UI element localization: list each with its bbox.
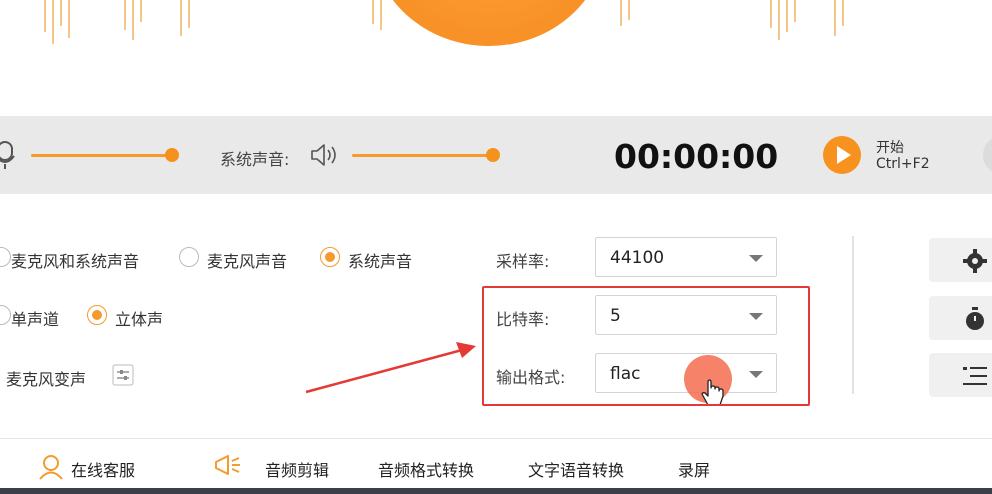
waveform-bar [842, 0, 844, 26]
screen-record-link[interactable]: 录屏 [678, 457, 710, 481]
microphone-volume-slider[interactable] [31, 154, 173, 157]
radio-label-mic-only[interactable]: 麦克风声音 [207, 248, 287, 272]
speaker-icon[interactable] [310, 143, 338, 167]
waveform-bar [786, 0, 788, 32]
text-to-speech-link[interactable]: 文字语音转换 [528, 457, 624, 481]
waveform-bar [68, 0, 70, 38]
waveform-area [0, 0, 992, 116]
waveform-bar [180, 0, 182, 36]
waveform-bar [44, 0, 46, 32]
customer-service-icon [39, 455, 63, 480]
stopwatch-icon [966, 307, 984, 330]
waveform-bar [380, 0, 382, 30]
waveform-bar [778, 0, 780, 40]
radio-system-only[interactable] [320, 247, 340, 267]
settings-button[interactable] [929, 238, 992, 282]
radio-mic-only[interactable] [179, 247, 199, 267]
waveform-bar [132, 0, 134, 40]
waveform-bar [140, 0, 142, 22]
audio-edit-link[interactable]: 音频剪辑 [265, 457, 329, 481]
waveform-bar [834, 0, 836, 36]
waveform-bar [188, 0, 190, 28]
microphone-volume-knob[interactable] [165, 148, 179, 162]
sample-rate-value: 44100 [610, 248, 665, 268]
radio-label-system-only[interactable]: 系统声音 [348, 248, 412, 272]
start-label[interactable]: 开始 [876, 137, 904, 157]
audio-format-convert-link[interactable]: 音频格式转换 [378, 457, 474, 481]
vertical-divider [852, 236, 854, 394]
window-bottom-edge [0, 488, 992, 494]
recording-timer: 00:00:00 [614, 137, 779, 176]
waveform-bar [52, 0, 54, 44]
microphone-icon[interactable] [0, 140, 20, 170]
start-record-button[interactable] [823, 136, 861, 174]
radio-label-stereo[interactable]: 立体声 [115, 306, 163, 330]
system-volume-knob[interactable] [486, 148, 500, 162]
bottom-divider [0, 438, 992, 439]
radio-mono[interactable] [0, 305, 11, 325]
megaphone-icon [215, 455, 240, 475]
sample-rate-label: 采样率: [496, 252, 550, 271]
annotation-highlight-box [482, 286, 810, 406]
mic-voice-change-label: 麦克风变声 [6, 370, 87, 389]
radio-stereo[interactable] [87, 305, 107, 325]
chevron-down-icon [749, 255, 763, 262]
waveform-bar [124, 0, 126, 30]
waveform-bar [628, 0, 630, 20]
annotation-arrow [305, 342, 476, 394]
waveform-bar [794, 0, 796, 22]
waveform-bar [770, 0, 772, 28]
radio-label-mono[interactable]: 单声道 [11, 306, 59, 330]
list-icon [963, 367, 987, 385]
start-shortcut-hint: Ctrl+F2 [876, 156, 930, 172]
system-sound-label: 系统声音: [220, 150, 290, 169]
waveform-bar [372, 0, 374, 24]
recording-list-button[interactable] [929, 353, 992, 397]
radio-label-mic-and-system[interactable]: 麦克风和系统声音 [11, 248, 139, 272]
timer-task-button[interactable] [929, 296, 992, 340]
gear-icon [963, 249, 987, 273]
waveform-bar [60, 0, 62, 26]
waveform-bar [620, 0, 622, 26]
online-service-link[interactable]: 在线客服 [71, 457, 135, 481]
recording-visual-disc [372, 0, 606, 46]
voice-settings-icon[interactable] [112, 364, 134, 386]
system-volume-slider[interactable] [352, 154, 494, 157]
radio-mic-and-system[interactable] [0, 247, 11, 267]
sample-rate-select[interactable]: 44100 [595, 237, 777, 277]
